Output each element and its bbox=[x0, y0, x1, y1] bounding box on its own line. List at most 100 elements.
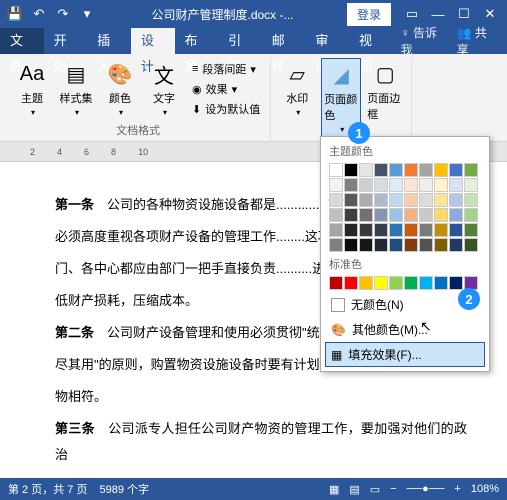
colors-button[interactable]: 🎨 颜色▾ bbox=[100, 58, 140, 119]
color-swatch[interactable] bbox=[449, 163, 463, 177]
color-swatch[interactable] bbox=[389, 223, 403, 237]
color-swatch[interactable] bbox=[359, 276, 373, 290]
tab-review[interactable]: 审阅 bbox=[305, 28, 349, 54]
zoom-level[interactable]: 108% bbox=[471, 483, 499, 495]
color-swatch[interactable] bbox=[419, 178, 433, 192]
color-swatch[interactable] bbox=[329, 223, 343, 237]
color-swatch[interactable] bbox=[434, 238, 448, 252]
color-swatch[interactable] bbox=[434, 178, 448, 192]
style-sets-button[interactable]: ▤ 样式集▾ bbox=[56, 58, 96, 119]
tab-mailings[interactable]: 邮件 bbox=[262, 28, 306, 54]
fill-effects-item[interactable]: ▦ 填充效果(F)... bbox=[325, 342, 485, 367]
color-swatch[interactable] bbox=[449, 178, 463, 192]
color-swatch[interactable] bbox=[419, 208, 433, 222]
color-swatch[interactable] bbox=[329, 163, 343, 177]
color-swatch[interactable] bbox=[389, 238, 403, 252]
themes-button[interactable]: Aa 主题▾ bbox=[12, 58, 52, 119]
watermark-button[interactable]: ▱ 水印▾ bbox=[277, 58, 317, 119]
tab-insert[interactable]: 插入 bbox=[87, 28, 131, 54]
color-swatch[interactable] bbox=[344, 178, 358, 192]
color-swatch[interactable] bbox=[419, 193, 433, 207]
tab-view[interactable]: 视图 bbox=[349, 28, 393, 54]
color-swatch[interactable] bbox=[464, 178, 478, 192]
fonts-button[interactable]: 文 文字▾ bbox=[144, 58, 184, 119]
redo-icon[interactable]: ↷ bbox=[52, 3, 74, 25]
color-swatch[interactable] bbox=[374, 276, 388, 290]
color-swatch[interactable] bbox=[359, 223, 373, 237]
word-count[interactable]: 5989 个字 bbox=[99, 481, 149, 497]
color-swatch[interactable] bbox=[449, 208, 463, 222]
color-swatch[interactable] bbox=[404, 178, 418, 192]
color-swatch[interactable] bbox=[419, 223, 433, 237]
set-default-button[interactable]: ⬇ 设为默认值 bbox=[192, 100, 260, 118]
color-swatch[interactable] bbox=[434, 276, 448, 290]
color-swatch[interactable] bbox=[344, 208, 358, 222]
color-swatch[interactable] bbox=[404, 238, 418, 252]
color-swatch[interactable] bbox=[389, 193, 403, 207]
color-swatch[interactable] bbox=[329, 238, 343, 252]
view-web-icon[interactable]: ▭ bbox=[370, 483, 380, 496]
color-swatch[interactable] bbox=[374, 238, 388, 252]
view-print-icon[interactable]: ▦ bbox=[329, 483, 339, 496]
color-swatch[interactable] bbox=[344, 276, 358, 290]
more-colors-item[interactable]: 🎨 其他颜色(M)... bbox=[325, 317, 485, 342]
color-swatch[interactable] bbox=[329, 276, 343, 290]
color-swatch[interactable] bbox=[449, 276, 463, 290]
view-read-icon[interactable]: ▤ bbox=[349, 483, 359, 496]
color-swatch[interactable] bbox=[359, 238, 373, 252]
color-swatch[interactable] bbox=[404, 193, 418, 207]
color-swatch[interactable] bbox=[434, 223, 448, 237]
qat-customize-icon[interactable]: ▾ bbox=[76, 3, 98, 25]
color-swatch[interactable] bbox=[449, 193, 463, 207]
page-borders-button[interactable]: ▢ 页面边框 bbox=[365, 58, 405, 124]
color-swatch[interactable] bbox=[374, 163, 388, 177]
color-swatch[interactable] bbox=[389, 276, 403, 290]
color-swatch[interactable] bbox=[389, 178, 403, 192]
color-swatch[interactable] bbox=[404, 276, 418, 290]
color-swatch[interactable] bbox=[434, 208, 448, 222]
color-swatch[interactable] bbox=[419, 163, 433, 177]
color-swatch[interactable] bbox=[404, 208, 418, 222]
undo-icon[interactable]: ↶ bbox=[28, 3, 50, 25]
tab-references[interactable]: 引用 bbox=[218, 28, 262, 54]
color-swatch[interactable] bbox=[404, 163, 418, 177]
paragraph-spacing-button[interactable]: ≡ 段落间距▾ bbox=[192, 60, 260, 78]
tab-layout[interactable]: 布局 bbox=[175, 28, 219, 54]
color-swatch[interactable] bbox=[464, 208, 478, 222]
color-swatch[interactable] bbox=[374, 208, 388, 222]
zoom-out-icon[interactable]: − bbox=[390, 483, 396, 495]
color-swatch[interactable] bbox=[419, 238, 433, 252]
color-swatch[interactable] bbox=[464, 193, 478, 207]
tab-design[interactable]: 设计 bbox=[131, 28, 175, 54]
color-swatch[interactable] bbox=[434, 193, 448, 207]
color-swatch[interactable] bbox=[449, 238, 463, 252]
tab-home[interactable]: 开始 bbox=[44, 28, 88, 54]
share-button[interactable]: 👥 共享 bbox=[445, 24, 507, 58]
color-swatch[interactable] bbox=[374, 178, 388, 192]
color-swatch[interactable] bbox=[449, 223, 463, 237]
zoom-in-icon[interactable]: + bbox=[454, 483, 460, 495]
color-swatch[interactable] bbox=[374, 223, 388, 237]
color-swatch[interactable] bbox=[329, 193, 343, 207]
color-swatch[interactable] bbox=[344, 223, 358, 237]
tell-me-search[interactable]: ♀ 告诉我 bbox=[401, 24, 445, 58]
color-swatch[interactable] bbox=[344, 193, 358, 207]
color-swatch[interactable] bbox=[329, 178, 343, 192]
color-swatch[interactable] bbox=[344, 163, 358, 177]
color-swatch[interactable] bbox=[464, 238, 478, 252]
color-swatch[interactable] bbox=[359, 163, 373, 177]
tab-file[interactable]: 文件 bbox=[0, 28, 44, 54]
color-swatch[interactable] bbox=[344, 238, 358, 252]
color-swatch[interactable] bbox=[329, 208, 343, 222]
zoom-slider[interactable]: ──●── bbox=[407, 483, 445, 495]
page-indicator[interactable]: 第 2 页，共 7 页 bbox=[8, 481, 87, 497]
color-swatch[interactable] bbox=[374, 193, 388, 207]
color-swatch[interactable] bbox=[389, 208, 403, 222]
color-swatch[interactable] bbox=[359, 208, 373, 222]
color-swatch[interactable] bbox=[359, 178, 373, 192]
color-swatch[interactable] bbox=[404, 223, 418, 237]
login-button[interactable]: 登录 bbox=[347, 3, 391, 26]
color-swatch[interactable] bbox=[419, 276, 433, 290]
color-swatch[interactable] bbox=[464, 223, 478, 237]
save-icon[interactable]: 💾 bbox=[4, 3, 26, 25]
